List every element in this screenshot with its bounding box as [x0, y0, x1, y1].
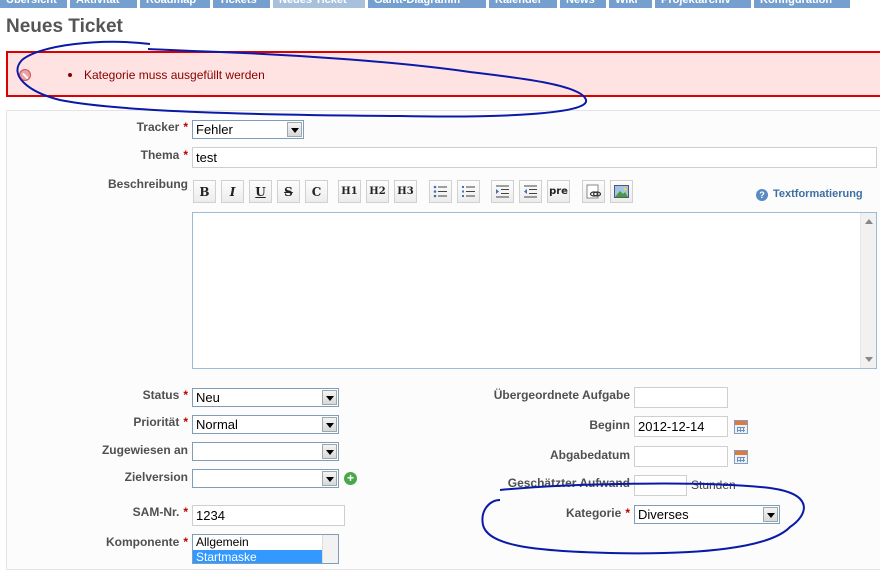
code-button[interactable]: C — [305, 180, 328, 203]
priority-select[interactable]: Normal — [192, 415, 339, 434]
underline-button[interactable]: U — [249, 180, 272, 203]
error-message: Kategorie muss ausgefüllt werden — [68, 68, 265, 82]
scroll-down-icon[interactable] — [865, 357, 873, 362]
tab-news[interactable]: News — [560, 0, 606, 8]
status-label: Status * — [142, 388, 188, 402]
start-date-label: Beginn — [589, 418, 630, 432]
preformatted-button[interactable]: pre — [547, 180, 570, 203]
start-date-input[interactable]: 2012-12-14 — [634, 416, 728, 437]
numbered-list-icon — [462, 186, 475, 197]
unordered-list-button[interactable] — [429, 180, 452, 203]
target-version-label: Zielversion — [124, 470, 188, 484]
tab-settings[interactable]: Konfiguration — [754, 0, 850, 8]
tab-gantt[interactable]: Gantt-Diagramm — [368, 0, 486, 8]
category-select[interactable]: Diverses — [634, 505, 780, 524]
scroll-up-icon[interactable] — [865, 219, 873, 224]
strikethrough-button[interactable]: S — [277, 180, 300, 203]
list-item[interactable]: Allgemein — [193, 535, 338, 550]
status-select[interactable]: Neu — [192, 388, 339, 407]
tab-wiki[interactable]: Wiki — [609, 0, 652, 8]
subject-input[interactable]: test — [192, 147, 877, 168]
chevron-down-icon — [322, 471, 337, 486]
heading3-button[interactable]: H3 — [394, 180, 417, 203]
estimated-time-unit: Stunden — [691, 478, 736, 492]
ordered-list-button[interactable] — [457, 180, 480, 203]
estimated-time-label: Geschätzter Aufwand — [507, 476, 630, 490]
tab-activity[interactable]: Aktivität — [70, 0, 137, 8]
chevron-down-icon — [287, 122, 302, 137]
outdent-icon — [524, 185, 537, 198]
image-icon — [614, 185, 629, 198]
sam-nr-input[interactable]: 1234 — [192, 505, 345, 526]
description-scrollbar[interactable] — [860, 213, 876, 368]
tab-calendar[interactable]: Kalender — [489, 0, 557, 8]
error-icon — [19, 69, 31, 81]
tab-new-ticket[interactable]: Neues Ticket — [273, 0, 365, 8]
due-date-input[interactable] — [634, 446, 728, 467]
link-button[interactable] — [582, 180, 605, 203]
calendar-icon[interactable] — [734, 420, 748, 434]
error-explanation: Kategorie muss ausgefüllt werden — [6, 51, 880, 97]
chevron-down-icon — [322, 444, 337, 459]
tab-tickets[interactable]: Tickets — [213, 0, 270, 8]
text-formatting-help-link[interactable]: ? Textformatierung — [756, 188, 863, 201]
indent-button[interactable] — [491, 180, 514, 203]
assignee-select[interactable] — [192, 442, 339, 461]
calendar-icon[interactable] — [734, 450, 748, 464]
parent-task-label: Übergeordnete Aufgabe — [493, 388, 630, 402]
list-item[interactable]: Startmaske — [193, 550, 338, 563]
heading1-button[interactable]: H1 — [338, 180, 361, 203]
tracker-label: Tracker * — [136, 120, 188, 134]
indent-icon — [496, 185, 509, 198]
add-version-icon[interactable]: + — [344, 472, 357, 485]
outdent-button[interactable] — [519, 180, 542, 203]
parent-task-input[interactable] — [634, 387, 728, 408]
category-label: Kategorie * — [565, 506, 630, 520]
bullet-list-icon — [433, 185, 447, 198]
heading2-button[interactable]: H2 — [366, 180, 389, 203]
main-menu: Übersicht Aktivität Roadmap Tickets Neue… — [0, 0, 880, 9]
help-icon: ? — [756, 189, 768, 201]
error-list: Kategorie muss ausgefüllt werden — [68, 68, 265, 82]
tab-repository[interactable]: Projektarchiv — [655, 0, 751, 8]
chevron-down-icon — [763, 507, 778, 522]
chevron-down-icon — [322, 390, 337, 405]
italic-button[interactable]: I — [221, 180, 244, 203]
component-label: Komponente * — [105, 535, 188, 549]
estimated-time-input[interactable] — [634, 475, 687, 496]
chevron-down-icon — [322, 417, 337, 432]
tab-overview[interactable]: Übersicht — [0, 0, 67, 8]
sam-nr-label: SAM-Nr. * — [132, 505, 188, 519]
tracker-select[interactable]: Fehler — [192, 120, 304, 139]
link-icon — [586, 184, 601, 199]
description-textarea[interactable] — [192, 212, 877, 369]
target-version-select[interactable] — [192, 469, 339, 488]
priority-label: Priorität * — [133, 415, 188, 429]
page-title: Neues Ticket — [6, 16, 123, 37]
description-label: Beschreibung — [107, 177, 188, 191]
component-listbox[interactable]: Allgemein Startmaske — [192, 534, 339, 564]
assignee-label: Zugewiesen an — [101, 443, 188, 457]
image-button[interactable] — [610, 180, 633, 203]
bold-button[interactable]: B — [193, 180, 216, 203]
component-scrollbar[interactable] — [322, 535, 338, 563]
tab-roadmap[interactable]: Roadmap — [140, 0, 210, 8]
subject-label: Thema * — [140, 148, 188, 162]
due-date-label: Abgabedatum — [549, 448, 630, 462]
